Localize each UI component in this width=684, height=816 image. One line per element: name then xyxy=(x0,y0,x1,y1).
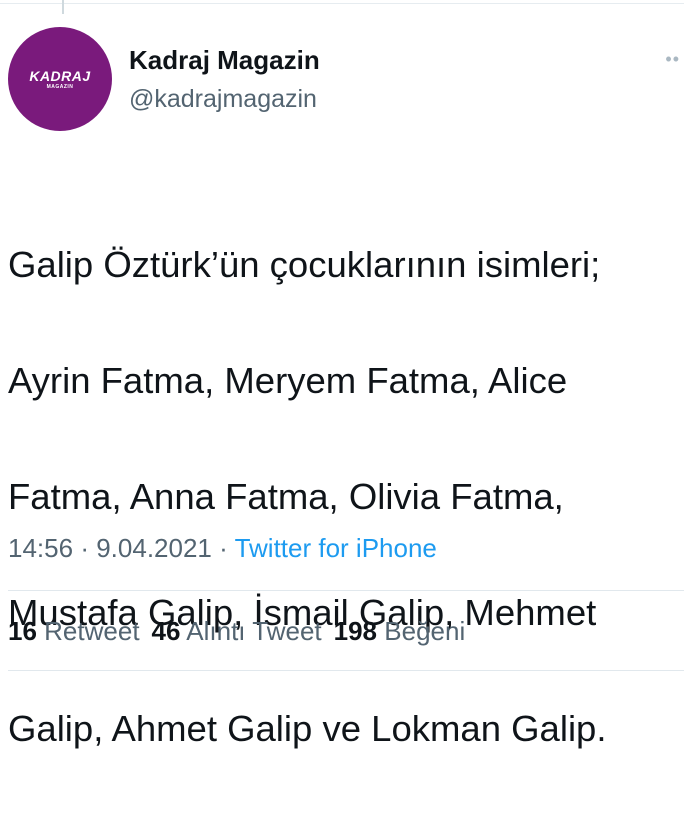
thread-connector-line xyxy=(62,0,64,14)
tweet-text-line: Ayrin Fatma, Meryem Fatma, Alice xyxy=(8,360,568,401)
quotes-label: Alıntı Tweet xyxy=(186,616,322,646)
retweets-count: 16 xyxy=(8,616,37,646)
more-dots-icon[interactable]: •• xyxy=(665,50,680,68)
tweet-metadata: 14:56 · 9.04.2021 · Twitter for iPhone xyxy=(8,532,437,564)
avatar[interactable]: KADRAJ MAGAZIN xyxy=(8,27,112,131)
quotes-stat[interactable]: 46 Alıntı Tweet xyxy=(152,616,322,646)
user-handle[interactable]: @kadrajmagazin xyxy=(129,84,317,114)
avatar-logo-subtext: MAGAZIN xyxy=(46,83,74,90)
tweet-text-line: Galip, Ahmet Galip ve Lokman Galip. xyxy=(8,708,607,749)
meta-separator: · xyxy=(219,533,228,563)
avatar-logo-text: KADRAJ xyxy=(29,67,91,84)
display-name[interactable]: Kadraj Magazin xyxy=(129,45,320,75)
tweet-time[interactable]: 14:56 xyxy=(8,533,73,563)
retweets-label: Retweet xyxy=(44,616,140,646)
top-divider xyxy=(0,3,684,4)
tweet-source-link[interactable]: Twitter for iPhone xyxy=(235,533,437,563)
stats-bottom-divider xyxy=(8,670,684,671)
retweets-stat[interactable]: 16 Retweet xyxy=(8,616,140,646)
tweet-date[interactable]: 9.04.2021 xyxy=(96,533,212,563)
tweet-stats: 16 Retweet 46 Alıntı Tweet 198 Beğeni xyxy=(8,615,465,647)
likes-label: Beğeni xyxy=(384,616,466,646)
likes-stat[interactable]: 198 Beğeni xyxy=(334,616,466,646)
likes-count: 198 xyxy=(333,616,378,646)
tweet-text: Galip Öztürk’ün çocuklarının isimleri; A… xyxy=(8,178,680,816)
tweet-text-line: Galip Öztürk’ün çocuklarının isimleri; xyxy=(8,244,601,285)
quotes-count: 46 xyxy=(151,616,181,646)
tweet-text-line: Fatma, Anna Fatma, Olivia Fatma, xyxy=(8,476,564,517)
stats-top-divider xyxy=(8,590,684,591)
meta-separator: · xyxy=(80,533,89,563)
